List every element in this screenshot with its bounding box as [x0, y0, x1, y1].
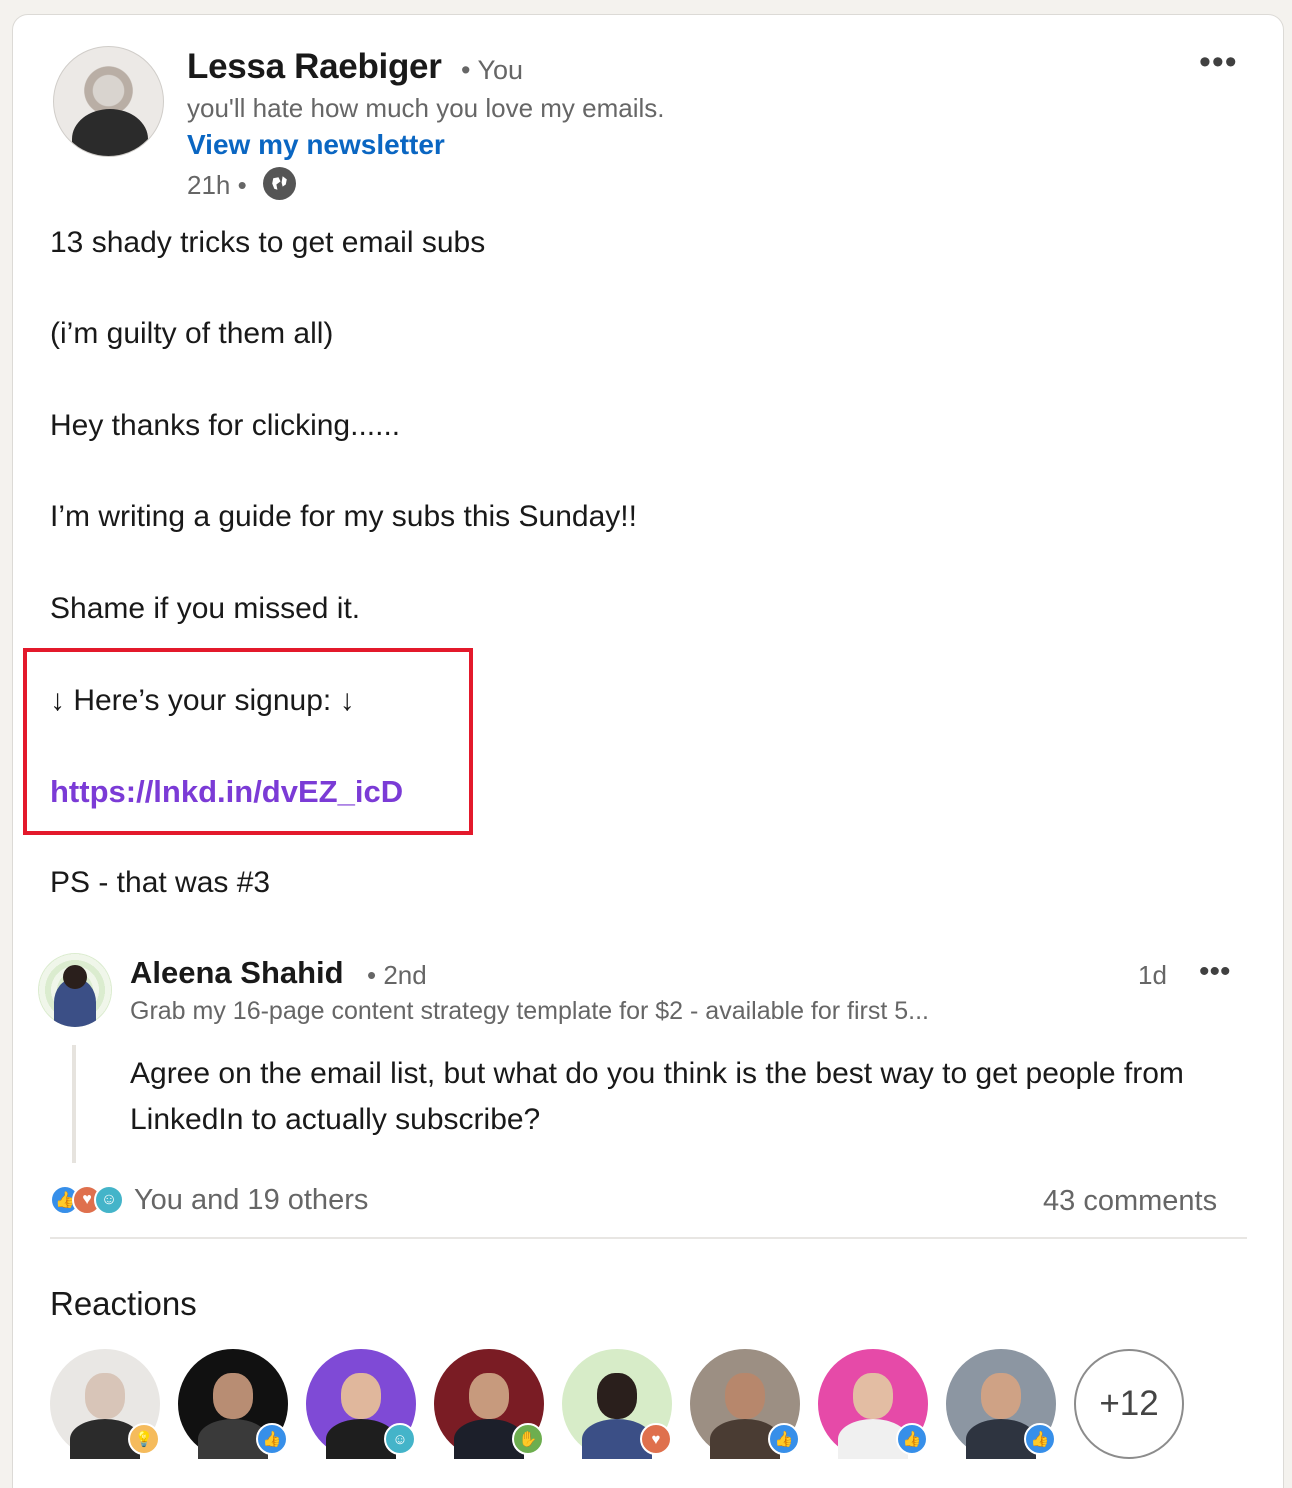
reactor-avatar[interactable]: 👍 — [818, 1349, 928, 1459]
reactor-face — [213, 1373, 253, 1419]
more-options-icon[interactable]: ••• — [1199, 43, 1238, 82]
commenter-name[interactable]: Aleena Shahid — [130, 955, 344, 991]
insightful-icon: 💡 — [128, 1423, 160, 1455]
author-headline: you'll hate how much you love my emails. — [187, 93, 665, 123]
like-icon: 👍 — [256, 1423, 288, 1455]
funny-icon: ☺ — [384, 1423, 416, 1455]
commenter-avatar[interactable] — [38, 953, 112, 1027]
view-newsletter-link[interactable]: View my newsletter — [187, 129, 445, 161]
post-text-line: (i’m guilty of them all) — [50, 317, 334, 350]
comment-time: 1d — [1138, 960, 1167, 990]
reactor-list: 💡 👍 ☺ ✋ ♥ 👍 👍 👍 +12 — [50, 1349, 1184, 1459]
post-text-line: Shame if you missed it. — [50, 592, 361, 625]
reactor-avatar[interactable]: 💡 — [50, 1349, 160, 1459]
reactions-summary[interactable]: 👍 ♥ ☺ You and 19 others — [50, 1180, 368, 1220]
reactor-face — [469, 1373, 509, 1419]
post-text-line: I’m writing a guide for my subs this Sun… — [50, 500, 637, 533]
reactor-avatar[interactable]: ♥ — [562, 1349, 672, 1459]
like-icon: 👍 — [768, 1423, 800, 1455]
thread-line — [72, 1045, 76, 1163]
reactor-avatar[interactable]: 👍 — [690, 1349, 800, 1459]
reactor-face — [725, 1373, 765, 1419]
reactor-face — [85, 1373, 125, 1419]
like-icon: 👍 — [1024, 1423, 1056, 1455]
reactor-avatar[interactable]: ✋ — [434, 1349, 544, 1459]
signup-prompt: ↓ Here’s your signup: ↓ — [50, 684, 355, 717]
author-name[interactable]: Lessa Raebiger — [187, 47, 442, 87]
divider — [50, 1237, 1247, 1239]
comment-text: Agree on the email list, but what do you… — [130, 1057, 1184, 1136]
author-avatar[interactable] — [53, 46, 164, 157]
reactions-title: Reactions — [50, 1285, 197, 1322]
like-icon: 👍 — [896, 1423, 928, 1455]
reactor-face — [341, 1373, 381, 1419]
post-text-line: Hey thanks for clicking...... — [50, 409, 401, 442]
comments-count[interactable]: 43 comments — [1043, 1185, 1217, 1218]
reactor-avatar[interactable]: 👍 — [946, 1349, 1056, 1459]
reactor-avatar[interactable]: ☺ — [306, 1349, 416, 1459]
globe-icon — [263, 167, 296, 200]
commenter-headline: Grab my 16-page content strategy templat… — [130, 997, 929, 1025]
post-card: Lessa Raebiger • You you'll hate how muc… — [12, 14, 1284, 1488]
comment-more-icon[interactable]: ••• — [1199, 955, 1231, 989]
author-degree: • You — [461, 55, 524, 85]
post-ps-line: PS - that was #3 — [50, 866, 271, 899]
support-icon: ✋ — [512, 1423, 544, 1455]
love-icon: ♥ — [640, 1423, 672, 1455]
post-timestamp: 21h • — [187, 170, 247, 200]
signup-link[interactable]: https://lnkd.in/dvEZ_icD — [50, 774, 403, 810]
reactor-face — [853, 1373, 893, 1419]
reactor-avatar[interactable]: 👍 — [178, 1349, 288, 1459]
commenter-degree: • 2nd — [367, 960, 427, 990]
reactor-face — [597, 1373, 637, 1419]
reactor-face — [981, 1373, 1021, 1419]
funny-icon: ☺ — [94, 1185, 124, 1215]
post-text-line: 13 shady tricks to get email subs — [50, 226, 486, 259]
reaction-summary-text: You and 19 others — [134, 1183, 369, 1216]
more-reactors-button[interactable]: +12 — [1074, 1349, 1184, 1459]
